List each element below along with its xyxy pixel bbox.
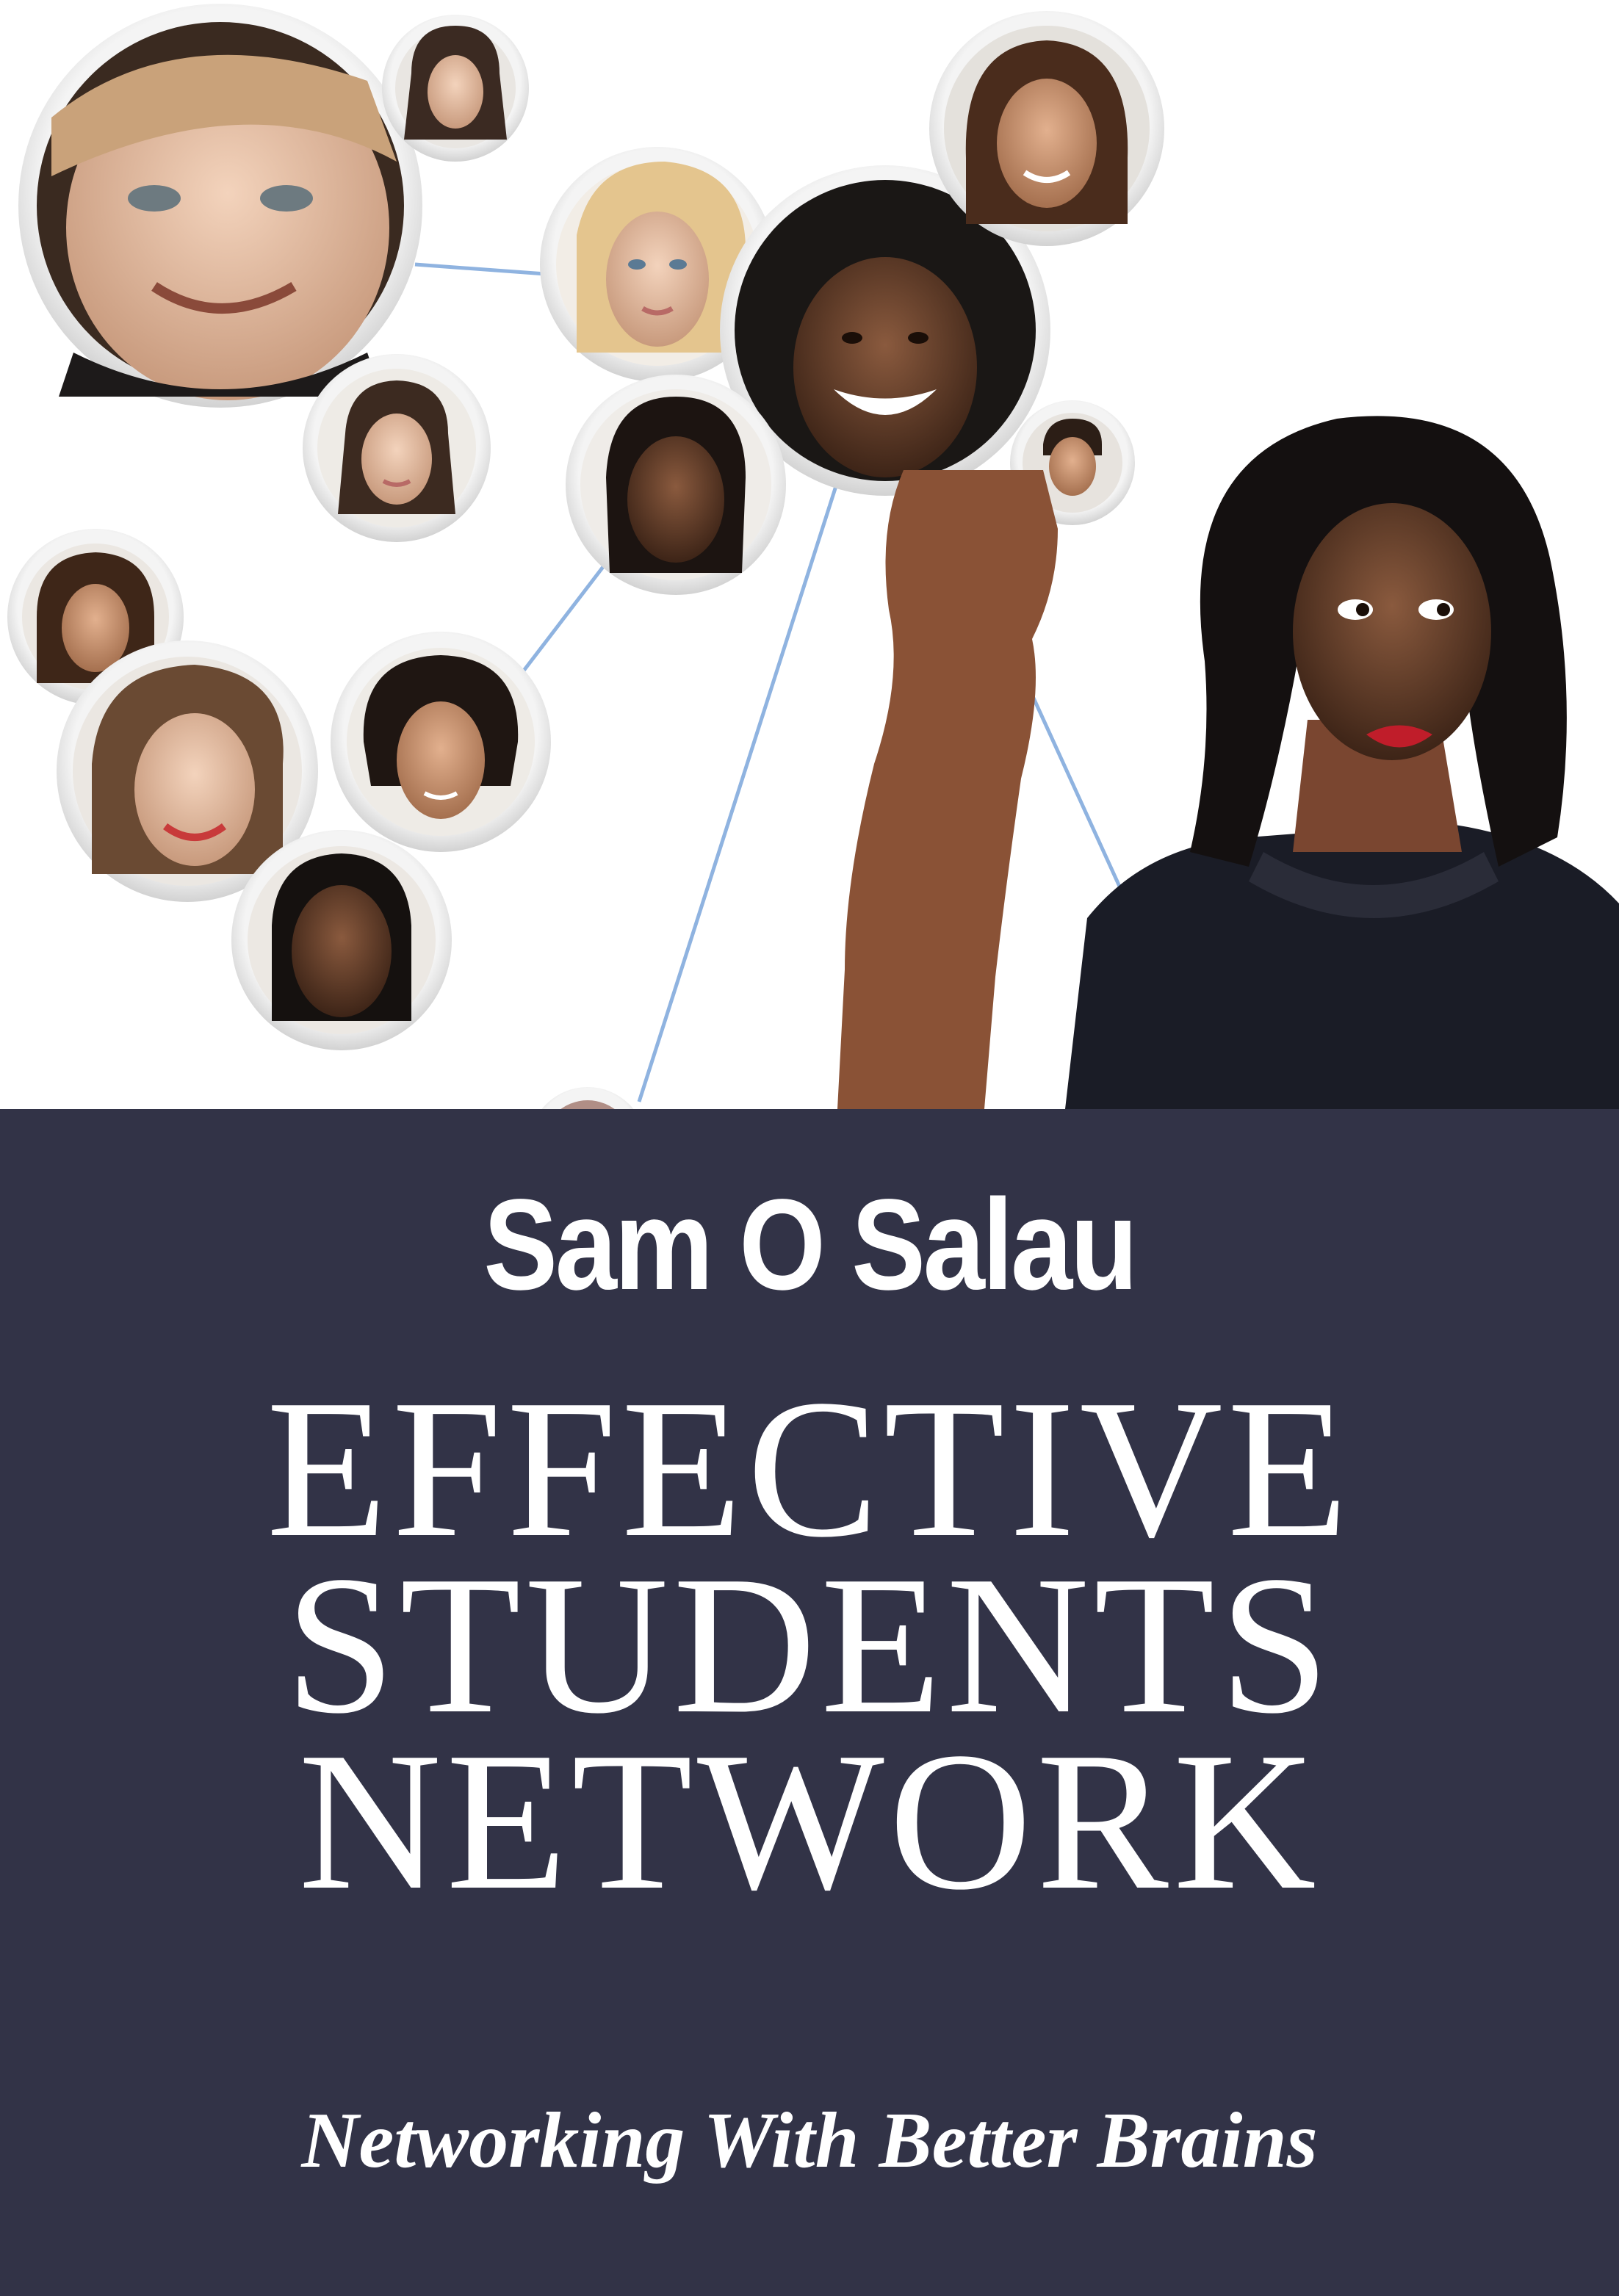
title-line: EFFECTIVE [266,1359,1353,1578]
book-title: EFFECTIVE STUDENTS NETWORK [0,1359,1619,1931]
title-line: STUDENTS [284,1535,1335,1755]
cover-photo [0,0,1619,1109]
face-bubble [303,354,491,542]
woman-figure [837,416,1619,1109]
network-illustration [7,4,1619,1109]
face-bubble [566,375,786,595]
connector-line [513,557,611,685]
face-bubble [382,15,529,162]
face-bubble [331,632,551,852]
face-bubble [541,1087,634,1109]
title-line: NETWORK [298,1711,1321,1931]
face-bubble [18,4,422,408]
author-name: Sam O Salau [483,1173,1138,1317]
book-subtitle: Networking With Better Brains [301,2097,1318,2184]
face-bubble [929,11,1164,246]
book-cover: Sam O Salau EFFECTIVE STUDENTS NETWORK N… [0,0,1619,2296]
face-bubble [231,830,452,1050]
